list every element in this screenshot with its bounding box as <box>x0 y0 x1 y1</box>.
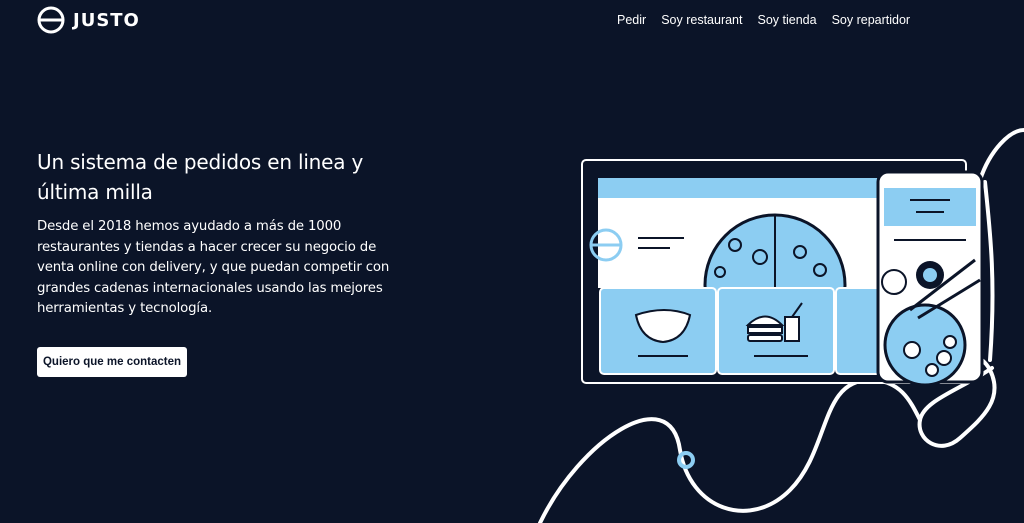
hero-description: Desde el 2018 hemos ayudado a más de 100… <box>37 219 390 317</box>
nav-item-soy-tienda[interactable]: Soy tienda <box>757 13 816 27</box>
main-nav: Pedir Soy restaurant Soy tienda Soy repa… <box>617 13 910 27</box>
hero-title: Un sistema de pedidos en linea y última … <box>37 150 364 204</box>
justo-logo-icon <box>37 6 65 34</box>
brand-name: JUSTO <box>73 9 140 31</box>
nav-item-pedir[interactable]: Pedir <box>617 13 646 27</box>
phone-mockup <box>876 170 984 387</box>
header: JUSTO Pedir Soy restaurant Soy tienda So… <box>0 0 1024 42</box>
brand-logo[interactable]: JUSTO <box>37 6 140 34</box>
nav-item-soy-restaurant[interactable]: Soy restaurant <box>661 13 742 27</box>
contact-cta-button[interactable]: Quiero que me contacten <box>37 347 187 377</box>
hero-illustration <box>538 128 1024 523</box>
nav-item-soy-repartidor[interactable]: Soy repartidor <box>832 13 911 27</box>
